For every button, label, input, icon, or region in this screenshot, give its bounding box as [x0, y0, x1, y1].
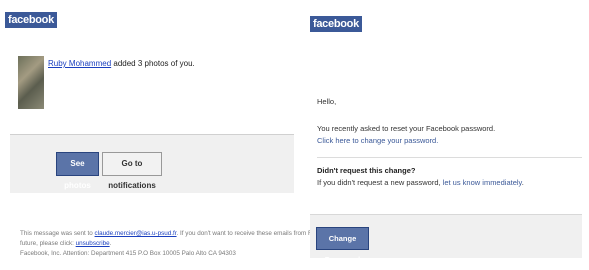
- footer-period: .: [109, 240, 112, 247]
- change-password-link[interactable]: Click here to change your password.: [317, 136, 438, 145]
- change-password-bar: Change Password: [310, 214, 582, 264]
- didnt-request-message: If you didn't request a new password,: [317, 178, 443, 187]
- action-bar: See photos Go to notifications: [10, 134, 294, 193]
- facebook-logo: facebook: [310, 16, 362, 32]
- go-to-notifications-button[interactable]: Go to notifications: [102, 152, 162, 190]
- actor-link[interactable]: Ruby Mohammed: [48, 59, 111, 68]
- facebook-logo: facebook: [5, 12, 57, 28]
- footer-line-2: future, please click: unsubscribe.: [20, 239, 290, 249]
- notification-message: added 3 photos of you.: [111, 59, 195, 68]
- footer-future-prefix: future, please click:: [20, 240, 76, 247]
- notification-text: Ruby Mohammed added 3 photos of you.: [48, 59, 195, 68]
- footer-sent-prefix: This message was sent to: [20, 230, 95, 237]
- greeting-text: Hello,: [317, 97, 337, 106]
- section-divider: [317, 157, 582, 158]
- didnt-request-text: If you didn't request a new password, le…: [317, 178, 524, 187]
- change-password-link-text[interactable]: Click here to change your password.: [317, 136, 438, 145]
- unsubscribe-link[interactable]: unsubscribe: [76, 240, 110, 247]
- email-footer: This message was sent to claude.mercier@…: [20, 229, 353, 259]
- profile-photo-thumbnail[interactable]: [18, 56, 44, 109]
- footer-address: Facebook, Inc. Attention: Department 415…: [20, 250, 236, 257]
- reset-request-text: You recently asked to reset your Faceboo…: [317, 124, 496, 133]
- see-photos-button[interactable]: See photos: [56, 152, 99, 190]
- didnt-request-heading: Didn't request this change?: [317, 166, 416, 175]
- didnt-request-period: .: [521, 178, 524, 187]
- change-password-button[interactable]: Change Password: [316, 227, 369, 264]
- footer-line-1: This message was sent to claude.mercier@…: [20, 229, 353, 239]
- let-us-know-link[interactable]: let us know immediately: [443, 178, 522, 187]
- recipient-email-link[interactable]: claude.mercier@ias.u-psud.fr: [95, 230, 177, 237]
